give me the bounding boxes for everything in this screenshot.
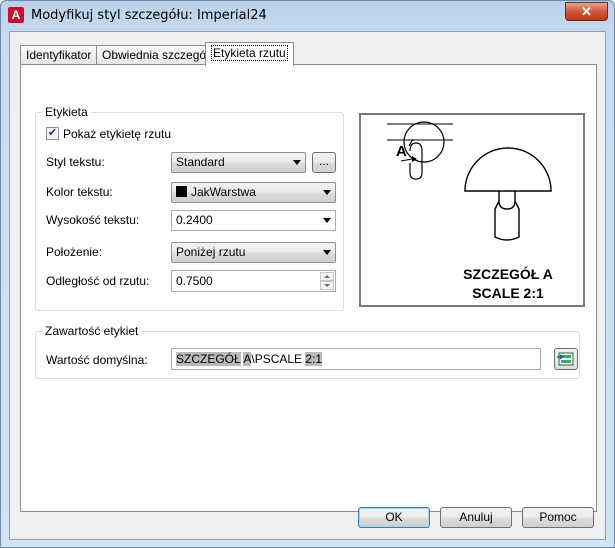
text-color-label: Kolor tekstu: xyxy=(46,185,113,199)
preview-label-line1: SZCZEGÓŁ A xyxy=(463,265,553,282)
etykieta-group-label: Etykieta xyxy=(45,105,88,119)
default-value-part-4: \PSCALE xyxy=(251,352,306,366)
dialog-window: A Modyfikuj styl szczegółu: Imperial24 ✕… xyxy=(0,0,615,548)
ok-button[interactable]: OK xyxy=(358,507,430,528)
offset-value: 0.7500 xyxy=(176,274,213,288)
text-style-value: Standard xyxy=(176,155,225,169)
color-swatch-icon xyxy=(176,186,187,197)
text-height-label: Wysokość tekstu: xyxy=(46,213,140,227)
spin-down-icon[interactable] xyxy=(320,281,334,290)
preview-label-line2: SCALE 2:1 xyxy=(472,285,544,301)
default-value-input[interactable]: SZCZEGÓŁ A\PSCALE 2:1 xyxy=(171,348,541,370)
autocad-logo-icon: A xyxy=(8,7,24,23)
insert-field-button[interactable] xyxy=(554,348,578,370)
detail-preview-drawing: A SZCZEGÓŁ A SCALE 2:1 xyxy=(387,121,553,301)
help-button[interactable]: Pomoc xyxy=(522,507,594,528)
default-value-part-1: SZCZEGÓŁ xyxy=(176,352,241,366)
preview-pane: A SZCZEGÓŁ A SCALE 2:1 xyxy=(359,113,585,307)
chevron-down-icon xyxy=(323,190,331,195)
bubble-letter: A xyxy=(396,143,407,160)
text-height-combobox[interactable]: 0.2400 xyxy=(171,210,336,231)
show-label-checkbox[interactable]: ✔ xyxy=(46,127,59,140)
offset-label: Odległość od rzutu: xyxy=(46,274,150,288)
show-label-text: Pokaż etykietę rzutu xyxy=(63,127,172,141)
position-value: Poniżej rzutu xyxy=(176,245,246,259)
tab-obwiednia-szczegolu[interactable]: Obwiednia szczegółu xyxy=(96,45,222,65)
text-height-value: 0.2400 xyxy=(176,213,213,227)
chevron-down-icon xyxy=(323,250,331,255)
close-button[interactable]: ✕ xyxy=(565,2,608,21)
title-bar[interactable]: A Modyfikuj styl szczegółu: Imperial24 ✕ xyxy=(1,1,614,29)
tab-etykieta-rzutu[interactable]: Etykieta rzutu xyxy=(205,42,294,66)
zawartosc-group-label: Zawartość etykiet xyxy=(45,324,139,338)
text-color-dropdown[interactable]: JakWarstwa xyxy=(171,182,336,203)
chevron-down-icon xyxy=(293,160,301,165)
chevron-down-icon xyxy=(323,218,331,223)
tab-panel-etykieta-rzutu: Etykieta ✔ Pokaż etykietę rzutu Styl tek… xyxy=(20,64,597,512)
default-value-part-5: 2:1 xyxy=(305,352,323,366)
text-style-label: Styl tekstu: xyxy=(46,155,105,169)
position-dropdown[interactable]: Poniżej rzutu xyxy=(171,242,336,263)
text-color-value: JakWarstwa xyxy=(191,185,256,199)
dialog-body: Identyfikator Obwiednia szczegółu Etykie… xyxy=(9,31,606,540)
offset-spinner[interactable] xyxy=(320,272,334,290)
spin-up-icon[interactable] xyxy=(320,272,334,281)
tab-identyfikator[interactable]: Identyfikator xyxy=(20,45,98,65)
text-style-dropdown[interactable]: Standard xyxy=(171,152,306,173)
cancel-button[interactable]: Anuluj xyxy=(440,507,512,528)
window-title: Modyfikuj styl szczegółu: Imperial24 xyxy=(31,8,267,23)
text-style-browse-button[interactable]: ... xyxy=(312,152,336,173)
default-value-label: Wartość domyślna: xyxy=(46,353,148,367)
position-label: Położenie: xyxy=(46,245,103,259)
offset-input[interactable]: 0.7500 xyxy=(171,270,336,292)
tab-etykieta-rzutu-label: Etykieta rzutu xyxy=(211,45,288,61)
insert-field-icon xyxy=(557,352,574,366)
